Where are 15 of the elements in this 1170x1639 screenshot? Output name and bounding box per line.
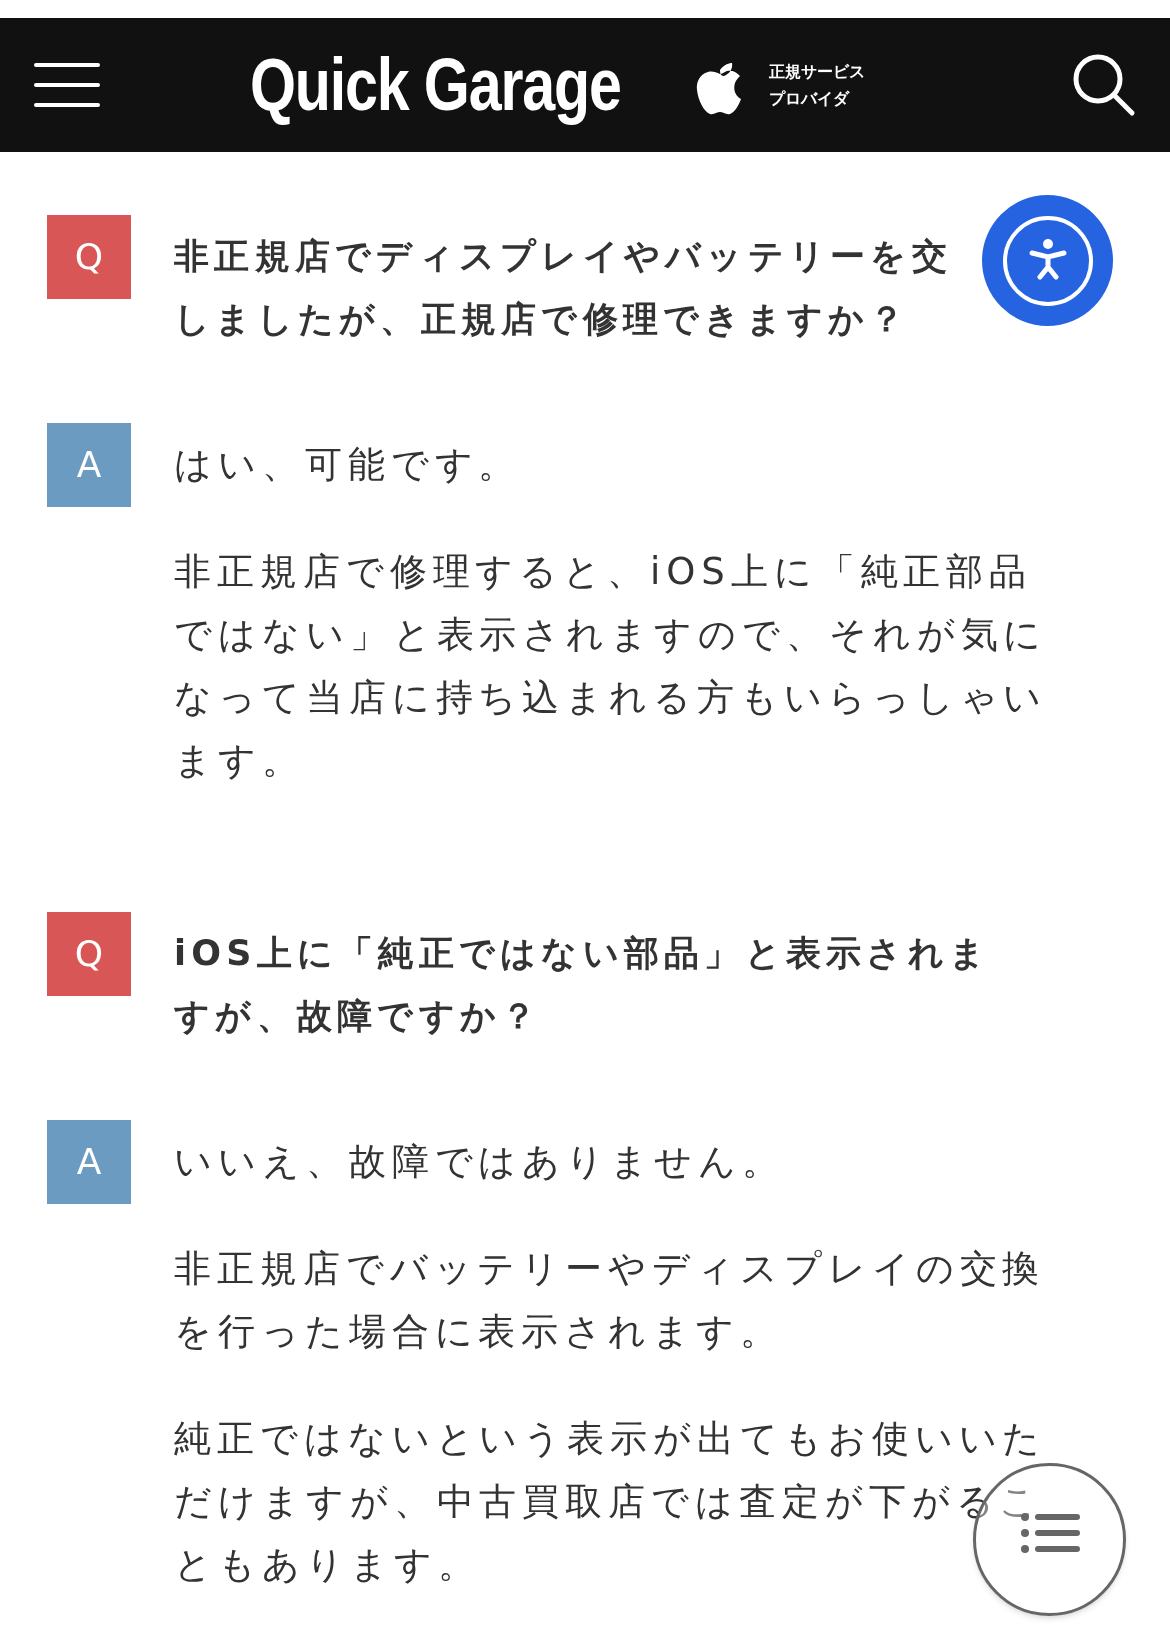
question-label: Q — [47, 912, 131, 996]
provider-badge-text: 正規サービス — [769, 61, 866, 83]
answer-paragraph: はい、可能です。 — [174, 442, 523, 488]
answer-paragraph: 非正規店でバッテリーやディスプレイの交換 を行った場合に表示されます。 — [174, 1246, 1047, 1355]
menu-icon[interactable] — [34, 63, 100, 107]
answer-paragraph: 非正規店で修理すると、iOS上に「純正部品 ではない」と表示されますので、それが気に なって当店に持ち込まれる方もいらっしゃい ます。 — [174, 549, 1048, 784]
answer-paragraph: いいえ、故障ではありません。 — [174, 1139, 786, 1185]
search-icon[interactable] — [1072, 53, 1136, 117]
question-label: Q — [47, 215, 131, 299]
provider-badge-text: プロバイダ — [769, 88, 851, 110]
accessibility-icon — [1001, 214, 1094, 307]
answer-label: A — [47, 423, 131, 507]
answer-label: A — [47, 1120, 131, 1204]
question-text: iOS上に「純正ではない部品」と表示されま すが、故障ですか？ — [174, 932, 991, 1038]
question-text: 非正規店でディスプレイやバッテリーを交 しましたが、正規店で修理できますか？ — [174, 235, 952, 341]
